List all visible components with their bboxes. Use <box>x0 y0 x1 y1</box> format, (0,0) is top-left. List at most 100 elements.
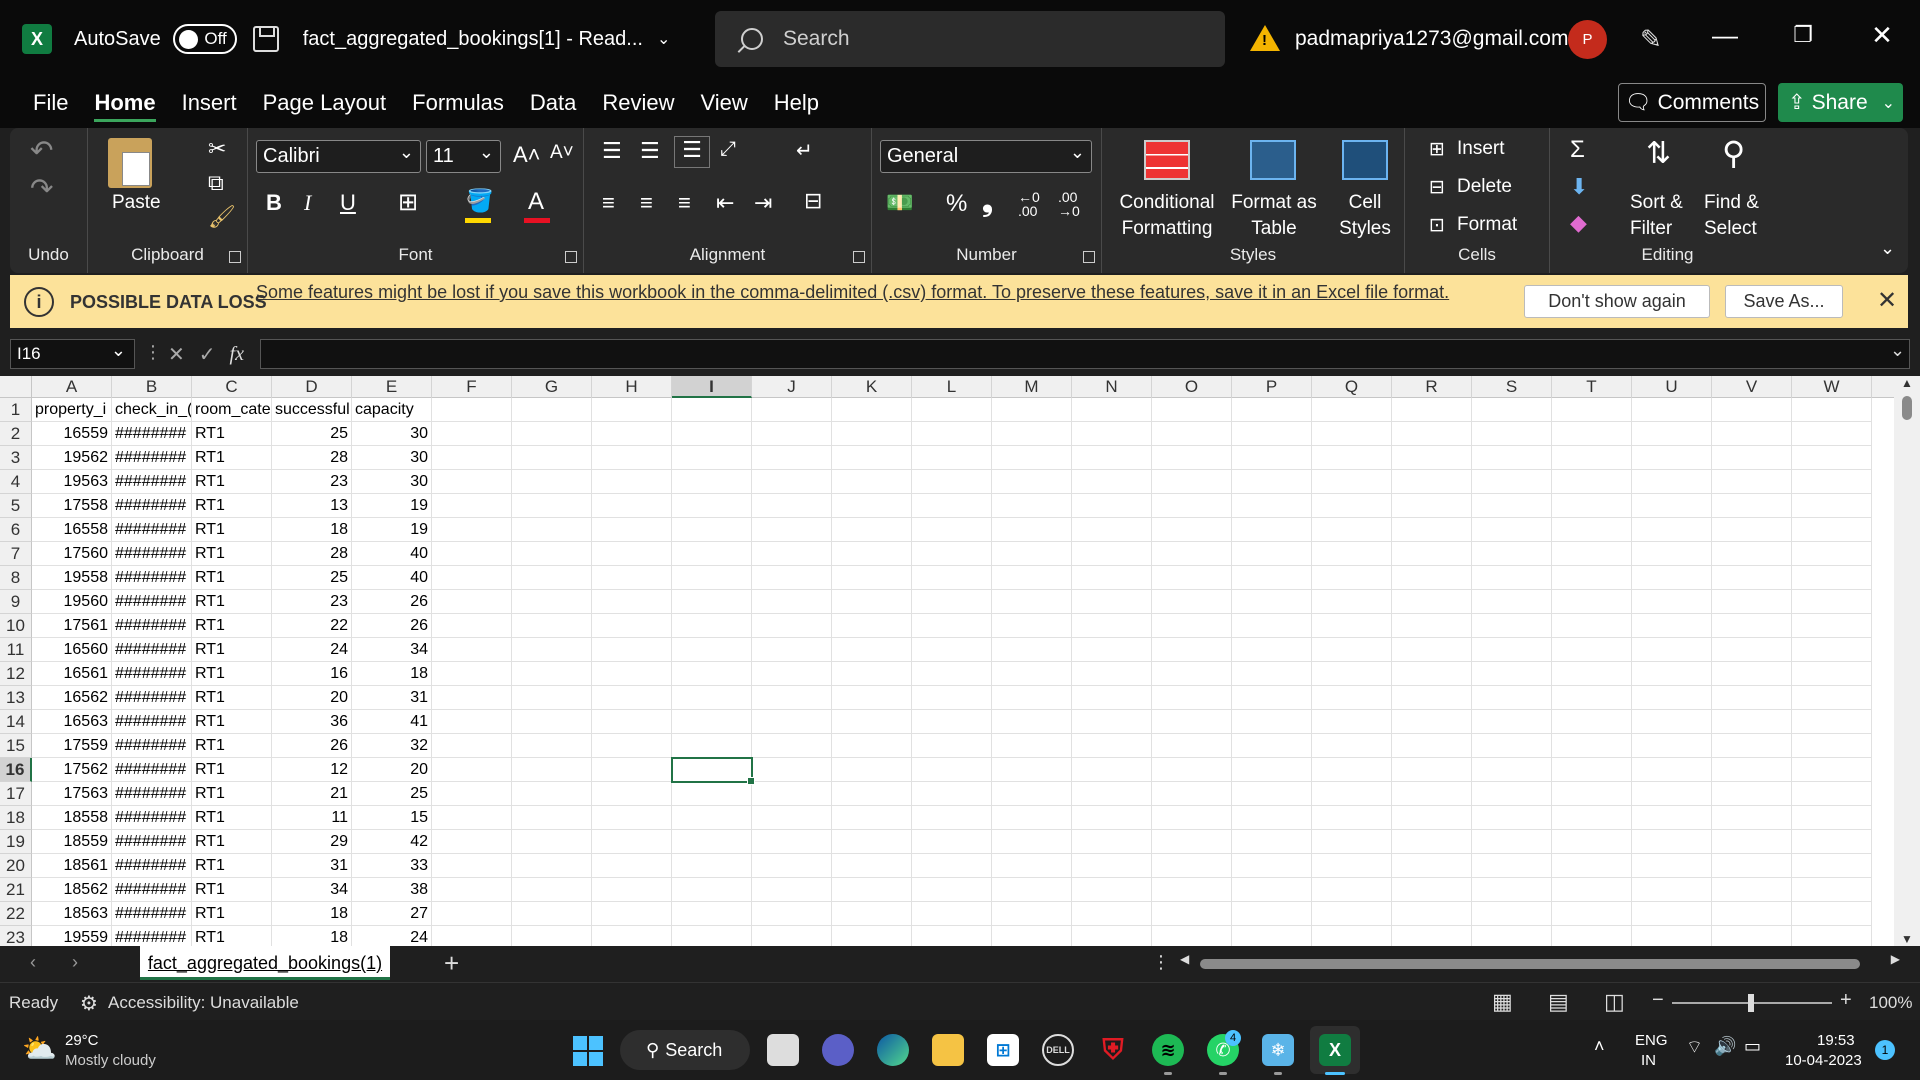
data-cell[interactable]: 16563 <box>32 710 112 734</box>
cell[interactable] <box>1392 854 1472 878</box>
cell[interactable] <box>592 806 672 830</box>
cell[interactable] <box>592 782 672 806</box>
cell[interactable] <box>1712 878 1792 902</box>
cell[interactable] <box>672 710 752 734</box>
cell[interactable] <box>432 806 512 830</box>
cell[interactable] <box>1312 830 1392 854</box>
cell[interactable] <box>1632 638 1712 662</box>
cell[interactable] <box>1472 926 1552 946</box>
scroll-left-icon[interactable]: ◀ <box>1180 952 1189 966</box>
cell[interactable] <box>592 638 672 662</box>
cell[interactable] <box>432 758 512 782</box>
cell[interactable] <box>752 422 832 446</box>
data-cell[interactable]: ######## <box>112 638 192 662</box>
cell[interactable] <box>992 638 1072 662</box>
borders-icon[interactable]: ⊞ <box>398 188 418 217</box>
dont-show-again-button[interactable]: Don't show again <box>1524 285 1710 318</box>
cell[interactable] <box>1232 758 1312 782</box>
delete-cells-icon[interactable]: ⊟ <box>1429 176 1445 199</box>
cancel-icon[interactable]: ✕ <box>168 342 185 367</box>
cell[interactable] <box>672 422 752 446</box>
find-select-icon[interactable]: ⚲ <box>1722 134 1745 172</box>
cell[interactable] <box>912 854 992 878</box>
cell[interactable] <box>1232 398 1312 422</box>
cell[interactable] <box>992 542 1072 566</box>
data-cell[interactable]: ######## <box>112 518 192 542</box>
cell[interactable] <box>592 518 672 542</box>
cell[interactable] <box>1392 830 1472 854</box>
cell[interactable] <box>1312 710 1392 734</box>
data-cell[interactable]: RT1 <box>192 878 272 902</box>
align-center-icon[interactable]: ≡ <box>640 190 653 216</box>
cell[interactable] <box>1312 662 1392 686</box>
align-left-icon[interactable]: ≡ <box>602 190 615 216</box>
page-layout-view-icon[interactable]: ▤ <box>1548 989 1569 1015</box>
data-cell[interactable]: ######## <box>112 782 192 806</box>
cell[interactable] <box>752 446 832 470</box>
cell[interactable] <box>752 710 832 734</box>
cell[interactable] <box>1152 782 1232 806</box>
cell[interactable] <box>1712 710 1792 734</box>
row-header[interactable]: 1 <box>0 398 32 422</box>
find-select-button[interactable]: Find & <box>1704 192 1759 214</box>
align-middle-icon[interactable]: ☰ <box>640 138 660 164</box>
search-box[interactable]: Search <box>715 11 1225 67</box>
cell[interactable] <box>1632 854 1712 878</box>
cell[interactable] <box>832 662 912 686</box>
cell[interactable] <box>1712 590 1792 614</box>
cell[interactable] <box>832 590 912 614</box>
cell[interactable] <box>752 494 832 518</box>
cell[interactable] <box>992 470 1072 494</box>
font-launcher-icon[interactable] <box>565 251 577 263</box>
format-cells-icon[interactable]: ⊡ <box>1429 214 1445 237</box>
mcafee-icon[interactable]: ⛨ <box>1097 1034 1129 1066</box>
cell[interactable] <box>1792 854 1872 878</box>
cell[interactable] <box>1712 806 1792 830</box>
formula-input[interactable] <box>260 339 1910 369</box>
data-cell[interactable]: 17558 <box>32 494 112 518</box>
data-cell[interactable]: 42 <box>352 830 432 854</box>
user-email[interactable]: padmapriya1273@gmail.com <box>1295 27 1568 51</box>
data-cell[interactable]: ######## <box>112 830 192 854</box>
cell[interactable] <box>1712 734 1792 758</box>
cell[interactable] <box>1472 662 1552 686</box>
data-cell[interactable]: 17562 <box>32 758 112 782</box>
data-cell[interactable]: 36 <box>272 710 352 734</box>
cell[interactable] <box>752 542 832 566</box>
cell[interactable] <box>1712 782 1792 806</box>
cell[interactable] <box>1632 470 1712 494</box>
cell[interactable] <box>832 806 912 830</box>
cell[interactable] <box>1472 638 1552 662</box>
cell[interactable] <box>1152 734 1232 758</box>
cell[interactable] <box>432 566 512 590</box>
clock-date[interactable]: 10-04-2023 <box>1785 1052 1862 1069</box>
data-cell[interactable]: RT1 <box>192 854 272 878</box>
data-cell[interactable]: 34 <box>272 878 352 902</box>
cell[interactable] <box>592 734 672 758</box>
align-right-icon[interactable]: ≡ <box>678 190 691 216</box>
cell[interactable] <box>512 734 592 758</box>
cell[interactable] <box>832 686 912 710</box>
cell[interactable] <box>1792 566 1872 590</box>
cell[interactable] <box>832 398 912 422</box>
cell[interactable] <box>1312 470 1392 494</box>
cell-styles-button[interactable]: Cell <box>1330 192 1400 214</box>
row-header[interactable]: 22 <box>0 902 32 926</box>
cell[interactable] <box>1632 926 1712 946</box>
fill-icon[interactable]: ⬇ <box>1570 174 1588 200</box>
cell[interactable] <box>1152 830 1232 854</box>
clock-time[interactable]: 19:53 <box>1817 1032 1855 1049</box>
number-format-select[interactable]: General <box>880 137 1092 173</box>
comma-button[interactable]: ❟ <box>982 186 993 219</box>
restore-icon[interactable]: ❐ <box>1783 22 1823 48</box>
increase-indent-icon[interactable]: ⇥ <box>754 190 772 216</box>
row-header[interactable]: 10 <box>0 614 32 638</box>
cell[interactable] <box>1792 662 1872 686</box>
cell[interactable] <box>1632 710 1712 734</box>
cell[interactable] <box>1552 422 1632 446</box>
cell[interactable] <box>432 902 512 926</box>
column-header-p[interactable]: P <box>1232 376 1312 398</box>
data-cell[interactable]: 18 <box>272 518 352 542</box>
data-cell[interactable]: 19563 <box>32 470 112 494</box>
cell[interactable] <box>672 542 752 566</box>
